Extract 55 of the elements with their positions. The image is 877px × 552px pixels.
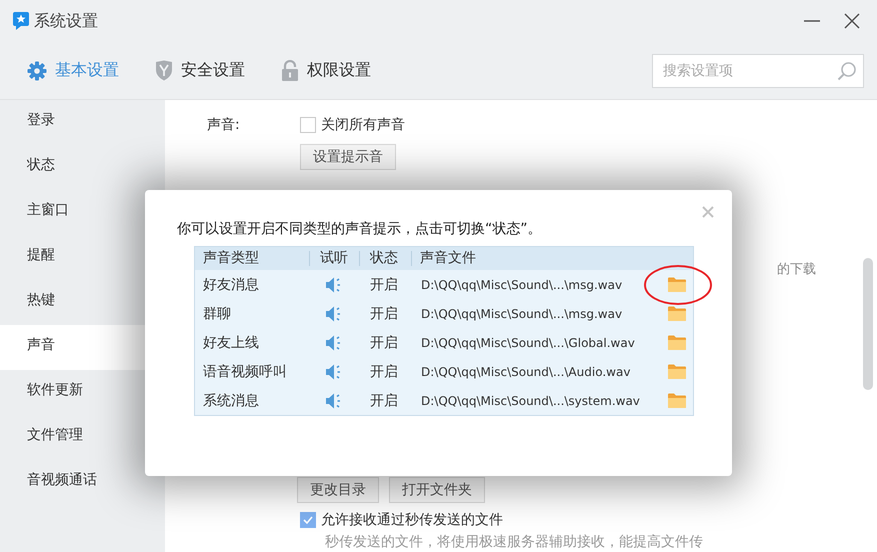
folder-icon[interactable] (667, 334, 687, 351)
gear-icon (27, 60, 47, 80)
scrollbar[interactable] (863, 258, 873, 390)
sound-label: 声音: (207, 116, 241, 134)
shield-icon (155, 60, 173, 81)
app-logo-icon (12, 11, 30, 31)
table-cell-text: 群聊 (202, 304, 232, 322)
speaker-icon[interactable] (325, 392, 343, 410)
speaker-icon[interactable] (325, 276, 343, 294)
checkbox[interactable] (300, 117, 316, 133)
table-cell-text: 好友消息 (202, 276, 260, 294)
folder-icon[interactable] (667, 392, 687, 409)
table-cell-text: 好友上线 (202, 334, 260, 352)
folder-button[interactable]: 打开文件夹 (389, 477, 485, 503)
status-toggle[interactable]: 开启 (360, 362, 412, 380)
sidebar-item[interactable]: 登录 (0, 100, 165, 145)
setting-text: 的下载 (777, 261, 817, 278)
status-toggle[interactable]: 开启 (360, 392, 412, 410)
checkmark-icon (302, 514, 314, 526)
checkbox-label: 关闭所有声音 (321, 116, 405, 134)
table-cell-text: D:\QQ\qq\Misc\Sound\...\Global.wav (420, 336, 636, 350)
lock-icon (281, 60, 299, 81)
column-header: 试听 (310, 251, 360, 266)
window-title: 系统设置 (34, 10, 98, 32)
settings-tab[interactable]: 权限设置 (281, 60, 371, 81)
sidebar-item[interactable]: 音视频通话 (0, 460, 165, 505)
status-toggle[interactable]: 开启 (360, 334, 412, 352)
table-cell-text: D:\QQ\qq\Misc\Sound\...\Audio.wav (420, 364, 632, 378)
speaker-icon[interactable] (325, 334, 343, 352)
table-cell-text: D:\QQ\qq\Misc\Sound\...\system.wav (420, 394, 641, 408)
folder-icon[interactable] (667, 305, 687, 322)
sidebar-item[interactable]: 状态 (0, 145, 165, 190)
checkbox-label: 允许接收通过秒传发送的文件 (321, 511, 503, 529)
folder-icon[interactable] (667, 363, 687, 380)
set-sound-button[interactable]: 设置提示音 (300, 144, 396, 170)
search-icon[interactable] (837, 60, 857, 80)
column-header: 声音类型 (195, 251, 310, 266)
folder-icon[interactable] (667, 276, 687, 293)
close-icon[interactable] (843, 12, 861, 30)
table-cell-text: 系统消息 (202, 392, 260, 410)
speaker-icon[interactable] (325, 362, 343, 380)
table-cell-text: 语音视频呼叫 (202, 362, 288, 380)
column-header: 声音文件 (419, 251, 476, 266)
table-cell-text: D:\QQ\qq\Misc\Sound\...\msg.wav (420, 306, 624, 320)
dialog-message: 你可以设置开启不同类型的声音提示，点击可切换“状态”。 (177, 220, 543, 238)
status-toggle[interactable]: 开启 (360, 304, 412, 322)
setting-description: 秒传发送的文件，将使用极速服务器辅助接收，能提高文件传 (325, 533, 704, 551)
checkbox[interactable] (300, 512, 316, 528)
search-field[interactable]: 搜索设置项 (652, 54, 864, 88)
table-cell-text: D:\QQ\qq\Misc\Sound\...\msg.wav (420, 278, 624, 292)
status-toggle[interactable]: 开启 (360, 276, 412, 294)
folder-button[interactable]: 更改目录 (297, 477, 379, 503)
speaker-icon[interactable] (325, 304, 343, 322)
column-header: 状态 (360, 251, 412, 266)
settings-tab[interactable]: 安全设置 (155, 60, 245, 81)
